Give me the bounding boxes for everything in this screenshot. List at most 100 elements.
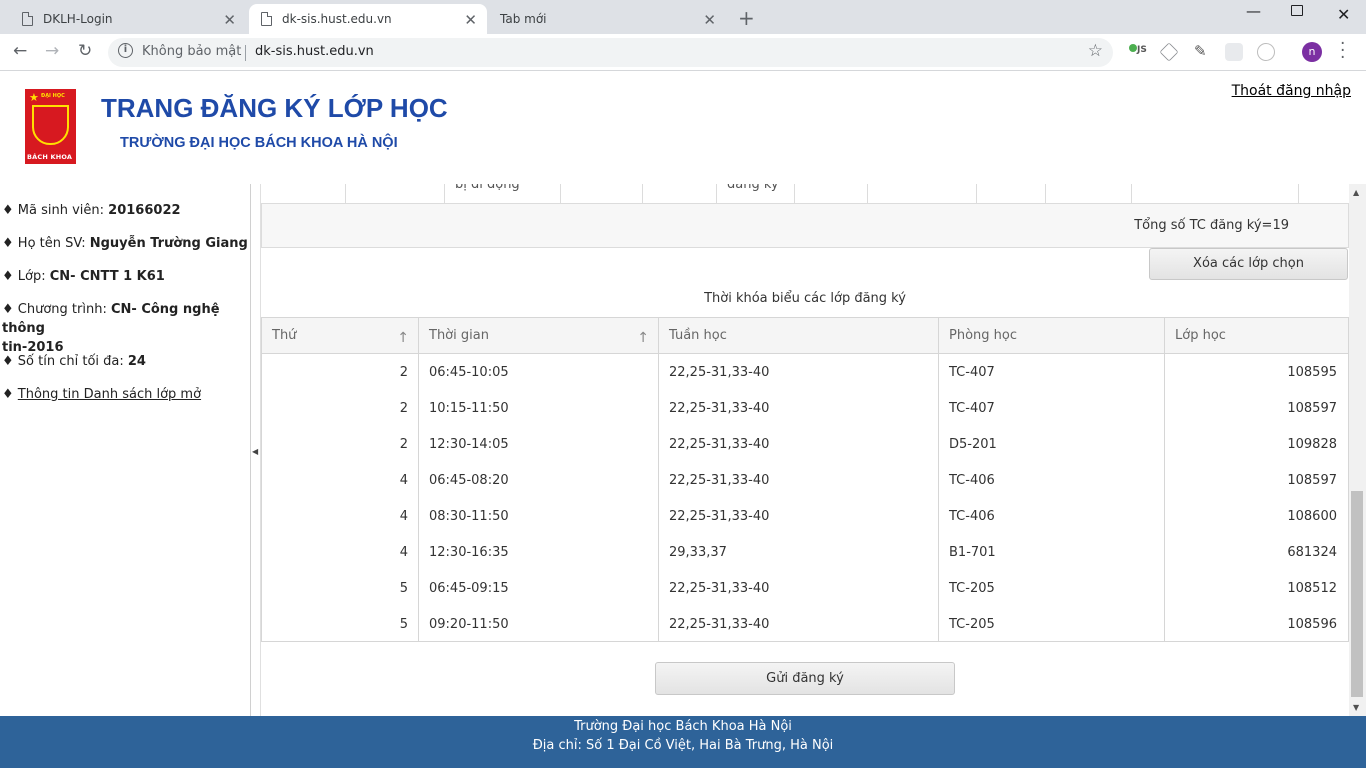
tab-title: dk-sis.hust.edu.vn [282, 12, 392, 26]
table-row[interactable]: 4 06:45-08:20 22,25-31,33-40 TC-406 108597 [262, 462, 1348, 498]
cell-room: D5-201 [949, 437, 997, 452]
cell-class-id: 108512 [1287, 581, 1337, 596]
timetable-title: Thời khóa biểu các lớp đăng ký [704, 291, 906, 306]
js-extension-icon[interactable]: JS [1129, 44, 1147, 62]
info-icon[interactable]: i [118, 43, 133, 58]
logo-text-bottom: BÁCH KHOA [27, 153, 73, 161]
reload-icon[interactable]: ↻ [78, 41, 92, 61]
table-row[interactable]: 4 08:30-11:50 22,25-31,33-40 TC-406 108600 [262, 498, 1348, 534]
address-bar[interactable]: i Không bảo mật dk-sis.hust.edu.vn ☆ [108, 38, 1113, 67]
column-header-room[interactable]: Phòng học [939, 318, 1165, 354]
column-header-day[interactable]: Thứ ↑ [262, 318, 419, 354]
tab-title: Tab mới [500, 12, 547, 26]
sort-arrow-icon[interactable]: ↑ [397, 330, 409, 346]
cell-weeks: 22,25-31,33-40 [669, 437, 770, 452]
cell-class-id: 108597 [1287, 401, 1337, 416]
clear-selected-classes-button[interactable]: Xóa các lớp chọn [1149, 248, 1348, 280]
browser-tab-dk-sis[interactable]: dk-sis.hust.edu.vn ✕ [249, 4, 487, 34]
scroll-up-icon[interactable]: ▲ [1353, 188, 1359, 197]
submit-registration-button[interactable]: Gửi đăng ký [655, 662, 955, 695]
student-program-item: ♦ Chương trình: CN- Công nghệ thông tin-2… [2, 302, 220, 355]
grid-extension-icon[interactable] [1225, 43, 1243, 61]
bookmark-star-icon[interactable]: ☆ [1088, 41, 1103, 61]
page-scrollbar[interactable]: ▲ ▼ [1349, 184, 1366, 716]
cell-room: TC-407 [949, 401, 995, 416]
table-cell: bị di động [445, 184, 561, 204]
cell-day: 5 [399, 581, 408, 596]
close-tab-icon[interactable]: ✕ [703, 11, 716, 29]
table-cell [561, 184, 643, 204]
cell-time: 12:30-14:05 [429, 437, 509, 452]
cell-weeks: 22,25-31,33-40 [669, 509, 770, 524]
omnibox-divider [245, 45, 246, 61]
restore-window-icon[interactable] [1291, 5, 1303, 16]
scrollbar-thumb[interactable] [1351, 491, 1363, 697]
eyedropper-extension-icon[interactable]: ✎ [1194, 42, 1212, 60]
table-row[interactable]: 5 09:20-11:50 22,25-31,33-40 TC-205 108596 [262, 606, 1348, 642]
browser-tab-new[interactable]: Tab mới ✕ [488, 4, 726, 34]
cell-room: B1-701 [949, 545, 996, 560]
circle-extension-icon[interactable] [1257, 43, 1275, 61]
table-cell [977, 184, 1046, 204]
max-credits-value: 24 [127, 354, 146, 369]
cell-time: 09:20-11:50 [429, 617, 509, 632]
cell-day: 2 [399, 365, 408, 380]
tab-title: DKLH-Login [43, 12, 113, 26]
cell-room: TC-205 [949, 581, 995, 596]
cell-weeks: 22,25-31,33-40 [669, 581, 770, 596]
cell-class-id: 681324 [1287, 545, 1337, 560]
table-cell [643, 184, 717, 204]
table-row[interactable]: 2 06:45-10:05 22,25-31,33-40 TC-407 108595 [262, 354, 1348, 390]
cell-time: 10:15-11:50 [429, 401, 509, 416]
close-window-icon[interactable]: ✕ [1337, 5, 1350, 24]
cell-class-id: 108596 [1287, 617, 1337, 632]
scroll-down-icon[interactable]: ▼ [1353, 703, 1359, 712]
sort-arrow-icon[interactable]: ↑ [637, 330, 649, 346]
main-content: bị di động đăng ký Tổng số TC đăng ký=19… [261, 184, 1349, 716]
cell-class-id: 108597 [1287, 473, 1337, 488]
star-icon: ★ [29, 91, 39, 104]
cell-day: 2 [399, 437, 408, 452]
table-row[interactable]: 2 10:15-11:50 22,25-31,33-40 TC-407 108597 [262, 390, 1348, 426]
site-footer: Trường Đại học Bách Khoa Hà Nội Địa chỉ:… [0, 716, 1366, 768]
logout-link[interactable]: Thoát đăng nhập [1232, 83, 1351, 99]
cell-class-id: 108600 [1287, 509, 1337, 524]
close-tab-icon[interactable]: ✕ [464, 11, 477, 29]
security-status[interactable]: Không bảo mật [142, 44, 241, 59]
table-row[interactable]: 2 12:30-14:05 22,25-31,33-40 D5-201 109828 [262, 426, 1348, 462]
cell-day: 2 [399, 401, 408, 416]
collapse-sidebar-icon[interactable]: ◀ [252, 447, 258, 456]
browser-tab-dklh-login[interactable]: DKLH-Login ✕ [10, 4, 246, 34]
table-row[interactable]: 5 06:45-09:15 22,25-31,33-40 TC-205 108512 [262, 570, 1348, 606]
cell-class-id: 108595 [1287, 365, 1337, 380]
logo-emblem [32, 105, 69, 145]
table-row[interactable]: 4 12:30-16:35 29,33,37 B1-701 681324 [262, 534, 1348, 570]
new-tab-plus-icon[interactable]: + [738, 6, 755, 30]
cell-room: TC-406 [949, 473, 995, 488]
forward-arrow-icon[interactable]: → [45, 41, 59, 61]
column-header-weeks[interactable]: Tuần học [659, 318, 939, 354]
browser-menu-icon[interactable]: · · · [1340, 36, 1345, 67]
column-header-class[interactable]: Lớp học [1165, 318, 1348, 354]
credit-total-bar: Tổng số TC đăng ký=19 [261, 204, 1349, 248]
cube-extension-icon[interactable] [1159, 42, 1179, 62]
close-tab-icon[interactable]: ✕ [223, 11, 236, 29]
logo-text-top: ĐẠI HỌC [41, 93, 65, 99]
document-icon [261, 12, 272, 26]
cell-weeks: 22,25-31,33-40 [669, 365, 770, 380]
page-title: TRANG ĐĂNG KÝ LỚP HỌC [101, 93, 448, 123]
previous-table-row-partial: bị di động đăng ký [261, 184, 1349, 204]
student-class-item: ♦ Lớp: CN- CNTT 1 K61 [2, 269, 165, 284]
table-cell [795, 184, 868, 204]
cell-time: 06:45-10:05 [429, 365, 509, 380]
minimize-window-icon[interactable]: — [1246, 2, 1261, 20]
cell-room: TC-406 [949, 509, 995, 524]
cell-class-id: 109828 [1287, 437, 1337, 452]
open-classes-link[interactable]: Thông tin Danh sách lớp mở [18, 387, 201, 402]
back-arrow-icon[interactable]: ← [13, 41, 27, 61]
page-subtitle: TRƯỜNG ĐẠI HỌC BÁCH KHOA HÀ NỘI [120, 135, 398, 151]
table-cell [868, 184, 977, 204]
column-header-time[interactable]: Thời gian ↑ [419, 318, 659, 354]
url-text[interactable]: dk-sis.hust.edu.vn [255, 44, 374, 59]
profile-avatar[interactable]: n [1302, 42, 1322, 62]
